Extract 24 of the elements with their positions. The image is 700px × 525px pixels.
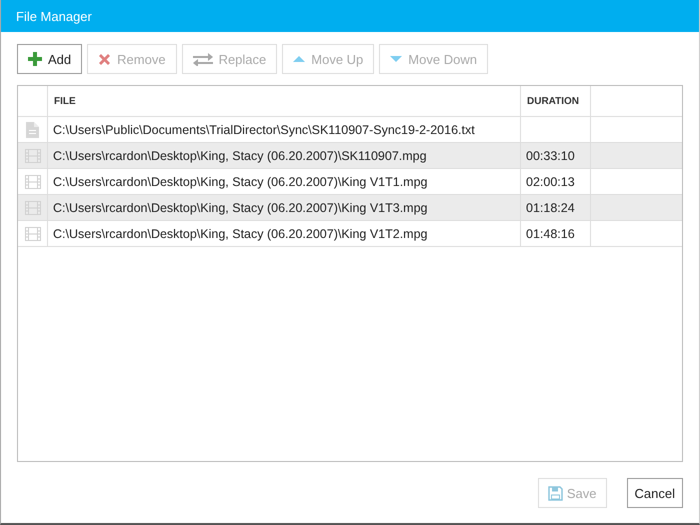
file-path-cell: C:\Users\rcardon\Desktop\King, Stacy (06.20.2007)\King V1T3.mpg (48, 195, 521, 220)
duration-cell: 02:00:13 (521, 169, 591, 194)
film-icon (24, 148, 40, 162)
column-header[interactable]: DURATION (521, 86, 591, 116)
column-header[interactable]: FILE (48, 86, 521, 116)
add-button[interactable]: Add (17, 44, 82, 74)
close-icon (98, 52, 112, 66)
cancel-button[interactable]: Cancel (626, 478, 683, 508)
triangle-up-icon (293, 55, 306, 63)
file-path-cell: C:\Users\rcardon\Desktop\King, Stacy (06.20.2007)\King V1T1.mpg (48, 169, 521, 194)
film-icon (24, 200, 40, 214)
duration-cell: 01:18:24 (521, 195, 591, 220)
plus-icon (28, 52, 42, 66)
triangle-down-icon (390, 55, 402, 63)
duration-cell: 00:33:10 (521, 143, 591, 168)
duration-cell: 01:48:16 (521, 221, 591, 246)
file-path-cell: C:\Users\rcardon\Desktop\King, Stacy (06.20.2007)\SK110907.mpg (48, 143, 521, 168)
file-path-cell: C:\Users\rcardon\Desktop\King, Stacy (06.20.2007)\King V1T2.mpg (48, 221, 521, 246)
document-icon (26, 122, 39, 138)
window-title: File Manager (16, 8, 92, 24)
file-path-cell: C:\Users\Public\Documents\TrialDirector\Sync\SK110907-Sync19-2-2016.txt (48, 117, 521, 142)
film-icon (24, 226, 40, 240)
swap-arrows-icon (192, 52, 213, 66)
film-icon (24, 174, 40, 188)
